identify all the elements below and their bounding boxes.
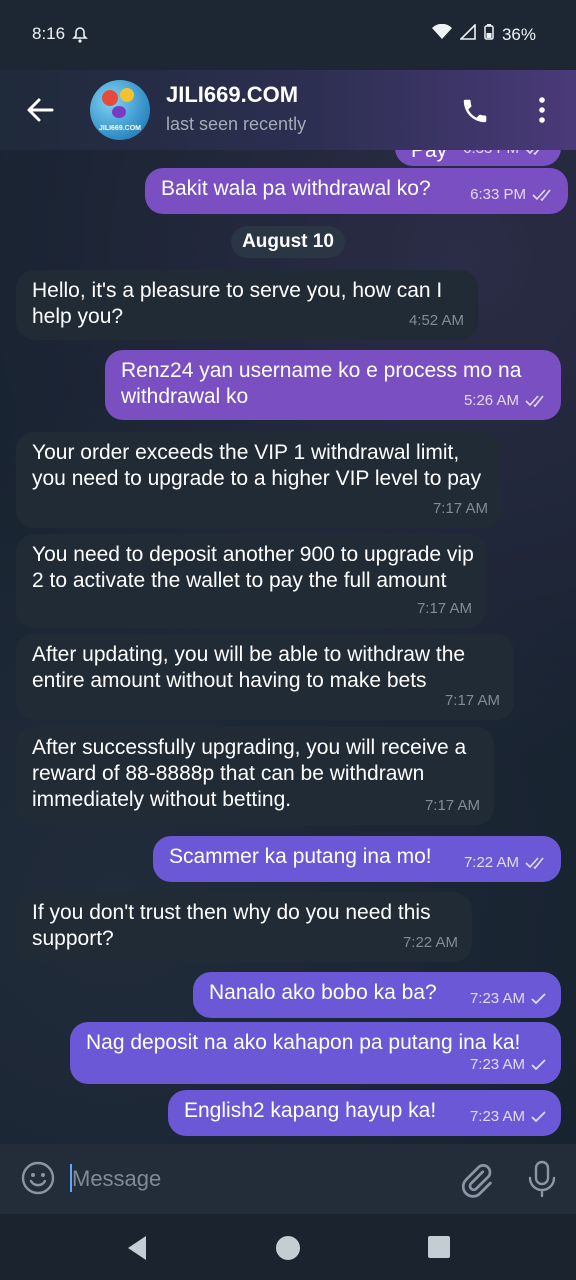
check-icon <box>531 1111 546 1123</box>
nav-recents-icon[interactable] <box>426 1234 452 1265</box>
message-text: Hello, it's a pleasure to serve you, how… <box>32 279 443 328</box>
mic-icon[interactable] <box>526 1160 558 1198</box>
double-check-icon <box>525 150 540 155</box>
chat-title[interactable]: JILI669.COM <box>166 82 298 108</box>
attach-icon[interactable] <box>458 1162 494 1198</box>
double-check-icon <box>525 395 544 407</box>
message-time: 7:22 AM <box>463 854 519 871</box>
message-time: 7:23 AM <box>469 1056 525 1073</box>
status-right: 36% <box>431 23 536 45</box>
message-text: Scammer ka putang ina mo! <box>169 845 432 868</box>
battery-icon <box>484 24 494 45</box>
message-time: 5:26 AM <box>463 392 519 409</box>
more-vert-icon[interactable] <box>530 94 554 126</box>
message-bubble-outgoing[interactable]: Pay 6:33 PM <box>395 150 561 166</box>
message-bubble-incoming[interactable]: Hello, it's a pleasure to serve you, how… <box>16 270 478 340</box>
message-text: Pay <box>411 150 448 162</box>
date-separator: August 10 <box>231 226 345 258</box>
message-bubble-outgoing[interactable]: Nag deposit na ako kahapon pa putang ina… <box>70 1022 561 1084</box>
message-text: Nag deposit na ako kahapon pa putang ina… <box>86 1031 521 1054</box>
check-icon <box>531 1059 546 1071</box>
message-text: Bakit wala pa withdrawal ko? <box>161 177 431 200</box>
emoji-icon[interactable] <box>20 1160 56 1196</box>
message-time: 7:17 AM <box>424 797 480 814</box>
message-bubble-outgoing[interactable]: Nanalo ako bobo ka ba? 7:23 AM <box>193 972 561 1018</box>
message-text: If you don't trust then why do you need … <box>32 901 431 950</box>
back-arrow-icon[interactable] <box>22 92 58 128</box>
message-time: 7:17 AM <box>416 600 472 617</box>
message-bubble-outgoing[interactable]: Scammer ka putang ina mo! 7:22 AM <box>153 836 561 882</box>
message-bubble-incoming[interactable]: After successfully upgrading, you will r… <box>16 727 494 825</box>
message-text: English2 kapang hayup ka! <box>184 1099 437 1122</box>
system-nav-bar <box>0 1214 576 1280</box>
message-bubble-incoming[interactable]: After updating, you will be able to with… <box>16 634 514 720</box>
message-time: 6:33 PM <box>470 186 526 203</box>
message-time: 7:17 AM <box>432 500 488 517</box>
message-bubble-incoming[interactable]: You need to deposit another 900 to upgra… <box>16 534 486 628</box>
message-bubble-outgoing[interactable]: Renz24 yan username ko e process mo na w… <box>105 350 561 420</box>
message-time: 4:52 AM <box>408 312 464 329</box>
message-text: After updating, you will be able to with… <box>32 643 466 692</box>
message-list[interactable]: Pay 6:33 PM Bakit wala pa withdrawal ko?… <box>0 150 576 1144</box>
telegram-chat-screen: 8:16 36% JILI669.COM JILI669.COM last se <box>0 0 576 1280</box>
message-bubble-outgoing[interactable]: English2 kapang hayup ka! 7:23 AM <box>168 1090 561 1136</box>
avatar[interactable]: JILI669.COM <box>90 80 150 140</box>
message-text: You need to deposit another 900 to upgra… <box>32 543 474 592</box>
message-input[interactable]: Message <box>72 1166 161 1192</box>
message-text: Your order exceeds the VIP 1 withdrawal … <box>32 441 482 490</box>
message-bubble-incoming[interactable]: Your order exceeds the VIP 1 withdrawal … <box>16 432 502 528</box>
wifi-icon <box>431 23 452 45</box>
message-text: After successfully upgrading, you will r… <box>32 736 467 811</box>
message-time: 7:17 AM <box>444 692 500 709</box>
message-bubble-incoming[interactable]: If you don't trust then why do you need … <box>16 892 472 962</box>
message-time: 7:23 AM <box>469 990 525 1007</box>
battery-percent: 36% <box>501 24 536 44</box>
nav-back-icon[interactable] <box>124 1234 150 1267</box>
bell-icon <box>72 26 88 49</box>
message-input-bar: Message <box>0 1144 576 1214</box>
message-text: Nanalo ako bobo ka ba? <box>209 981 437 1004</box>
phone-icon[interactable] <box>460 96 490 126</box>
double-check-icon <box>525 857 544 869</box>
chat-subtitle: last seen recently <box>166 114 307 134</box>
message-time: 7:22 AM <box>402 934 458 951</box>
signal-icon <box>459 23 476 45</box>
status-time: 8:16 <box>32 24 66 43</box>
double-check-icon <box>532 189 551 201</box>
message-time: 7:23 AM <box>469 1108 525 1125</box>
message-time: 6:33 PM <box>463 150 519 162</box>
nav-home-icon[interactable] <box>274 1234 302 1267</box>
status-bar: 8:16 36% <box>0 0 576 70</box>
avatar-label: JILI669.COM <box>98 125 141 132</box>
message-bubble-outgoing[interactable]: Bakit wala pa withdrawal ko? 6:33 PM <box>145 168 568 214</box>
chat-header: JILI669.COM JILI669.COM last seen recent… <box>0 70 576 150</box>
check-icon <box>531 993 546 1005</box>
